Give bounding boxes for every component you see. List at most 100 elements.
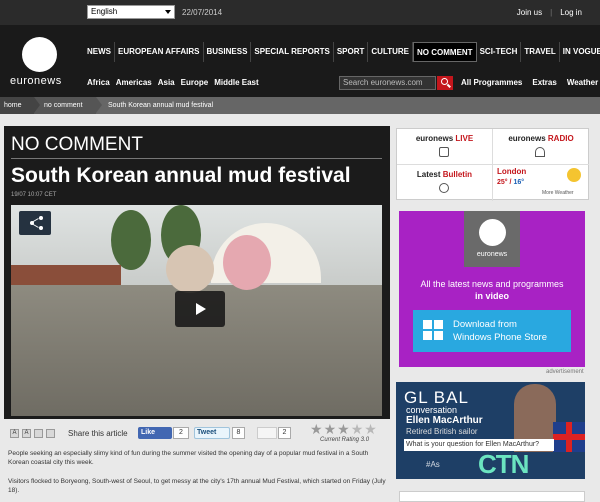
windows-phone-ad[interactable]: euronews All the latest news and program… xyxy=(399,211,585,367)
star-icon[interactable]: ★ xyxy=(351,422,364,436)
nav-item-travel[interactable]: TRAVEL xyxy=(521,42,560,62)
top-bar: English 22/07/2014 Join us | Log in xyxy=(0,0,600,25)
search-input[interactable]: Search euronews.com xyxy=(339,76,436,90)
main-nav: NEWS EUROPEAN AFFAIRS BUSINESS SPECIAL R… xyxy=(84,42,600,62)
play-button[interactable] xyxy=(175,291,225,327)
more-weather-link[interactable]: More Weather xyxy=(542,190,574,196)
account-links: Join us | Log in xyxy=(517,8,582,17)
tile-live-title: euronews LIVE xyxy=(397,134,492,143)
star-icon[interactable]: ★ xyxy=(324,422,337,436)
ad-copy-line2: in video xyxy=(474,291,509,301)
print-icon[interactable] xyxy=(34,429,43,438)
breadcrumb-chevron-icon xyxy=(34,97,40,113)
sidebar-next-module xyxy=(399,491,585,502)
title-divider xyxy=(11,158,382,159)
chevron-down-icon xyxy=(165,10,171,14)
article-panel: NO COMMENT South Korean annual mud festi… xyxy=(4,126,390,419)
tile-radio-suffix: RADIO xyxy=(547,134,574,143)
headphones-icon xyxy=(535,147,545,157)
weather-city[interactable]: London xyxy=(497,167,526,176)
ctn-logo: CTN xyxy=(478,449,529,479)
tile-bulletin-prefix: Latest xyxy=(416,170,441,179)
tweet-button[interactable]: Tweet xyxy=(194,427,230,439)
share-icon-node xyxy=(39,226,43,230)
join-link[interactable]: Join us xyxy=(517,8,542,17)
share-icon xyxy=(39,216,43,220)
rating-stars[interactable]: ★ ★ ★ ★ ★ xyxy=(310,422,377,436)
all-programmes-link[interactable]: All Programmes xyxy=(461,78,522,87)
euronews-logo-icon xyxy=(479,219,506,246)
star-icon[interactable]: ★ xyxy=(337,422,350,436)
link-separator: | xyxy=(550,8,553,17)
breadcrumb-current: South Korean annual mud festival xyxy=(96,97,600,114)
logo-text[interactable]: euronews xyxy=(10,75,62,87)
login-link[interactable]: Log in xyxy=(560,8,582,17)
tile-latest-bulletin[interactable]: Latest Bulletin xyxy=(397,165,493,201)
euronews-logo-icon[interactable] xyxy=(22,37,57,72)
nav-item-culture[interactable]: CULTURE xyxy=(368,42,414,62)
tweet-count: 8 xyxy=(232,427,245,439)
email-icon[interactable] xyxy=(46,429,55,438)
font-decrease-icon[interactable]: A xyxy=(10,429,19,438)
language-select[interactable]: English xyxy=(87,5,175,19)
section-title: NO COMMENT xyxy=(11,134,143,155)
sidebar-tiles: euronews LIVE euronews RADIO Latest Bull… xyxy=(396,128,589,201)
share-label: Share this article xyxy=(68,429,128,438)
video-share-button[interactable] xyxy=(19,211,51,235)
search-button[interactable] xyxy=(437,76,453,90)
share-bar: A A Share this article Like 2 Tweet 8 2 … xyxy=(4,422,390,444)
tile-live-prefix: euronews xyxy=(415,134,454,143)
article-paragraph: Visitors flocked to Boryeong, South-west… xyxy=(8,478,386,494)
google-plus-button[interactable] xyxy=(257,427,277,439)
nav-item-sport[interactable]: SPORT xyxy=(334,42,369,62)
font-increase-icon[interactable]: A xyxy=(22,429,31,438)
breadcrumb-no-comment-label: no comment xyxy=(44,102,83,109)
ad-global-subtitle: conversation xyxy=(406,405,458,415)
nav-item-news[interactable]: NEWS xyxy=(84,42,115,62)
ad-copy: All the latest news and programmes in vi… xyxy=(399,278,585,302)
nav-item-sci-tech[interactable]: SCI-TECH xyxy=(477,42,522,62)
article-headline: South Korean annual mud festival xyxy=(11,164,351,187)
current-date: 22/07/2014 xyxy=(182,8,223,17)
region-asia[interactable]: Asia xyxy=(158,78,175,87)
weather-high: 25° xyxy=(497,179,508,186)
ad-hashtag: #As xyxy=(426,460,440,469)
advertisement-label: advertisement xyxy=(546,369,584,375)
ad-logo-text: euronews xyxy=(476,251,508,258)
language-select-value: English xyxy=(91,7,118,16)
nav-item-european-affairs[interactable]: EUROPEAN AFFAIRS xyxy=(115,42,204,62)
nav-item-in-vogue[interactable]: IN VOGUE xyxy=(560,42,600,62)
region-africa[interactable]: Africa xyxy=(87,78,110,87)
video-scene-tree xyxy=(111,210,151,270)
region-middle-east[interactable]: Middle East xyxy=(214,78,258,87)
windows-phone-store-button[interactable]: Download from Windows Phone Store xyxy=(413,310,571,352)
tile-euronews-live[interactable]: euronews LIVE xyxy=(397,129,493,165)
extras-link[interactable]: Extras xyxy=(532,78,556,87)
breadcrumb-chevron-icon xyxy=(96,97,102,113)
global-conversation-ad[interactable]: GL BAL conversation Ellen MacArthur Reti… xyxy=(396,382,585,479)
breadcrumb-no-comment[interactable]: no comment xyxy=(34,97,96,114)
store-button-line1: Download from xyxy=(453,319,517,330)
breadcrumb-home-label: home xyxy=(4,102,22,109)
region-europe[interactable]: Europe xyxy=(181,78,209,87)
nav-item-business[interactable]: BUSINESS xyxy=(204,42,252,62)
video-player[interactable] xyxy=(11,205,382,416)
nav-item-no-comment[interactable]: NO COMMENT xyxy=(413,42,477,62)
weather-link[interactable]: Weather xyxy=(567,78,598,87)
google-plus-count: 2 xyxy=(278,427,291,439)
tile-euronews-radio[interactable]: euronews RADIO xyxy=(493,129,589,165)
windows-logo-icon xyxy=(423,320,443,340)
breadcrumb-home[interactable]: home xyxy=(0,97,34,114)
star-icon[interactable]: ★ xyxy=(364,422,377,436)
search-icon-handle xyxy=(447,83,451,88)
tile-radio-prefix: euronews xyxy=(508,134,546,143)
region-americas[interactable]: Americas xyxy=(116,78,152,87)
star-icon[interactable]: ★ xyxy=(310,422,323,436)
article-paragraph: People seeking an especially slimy kind … xyxy=(8,450,369,466)
sun-icon xyxy=(567,168,581,182)
uk-flag-icon xyxy=(553,422,585,452)
tile-live-suffix: LIVE xyxy=(455,134,474,143)
share-icon-line xyxy=(31,218,39,223)
nav-item-special-reports[interactable]: SPECIAL REPORTS xyxy=(251,42,334,62)
facebook-like-button[interactable]: Like xyxy=(138,427,172,439)
